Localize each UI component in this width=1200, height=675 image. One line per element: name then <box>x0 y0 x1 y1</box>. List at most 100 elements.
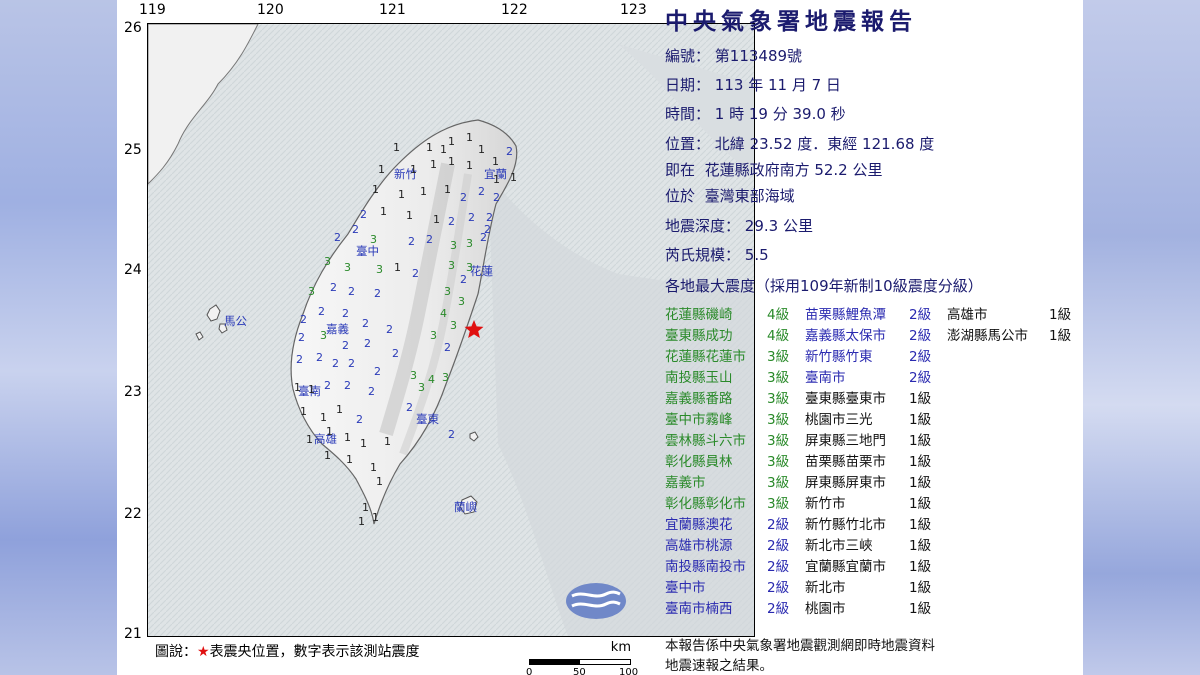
station-intensity-mark: 4 <box>428 373 435 386</box>
city-label-chiayi: 嘉義 <box>326 322 349 336</box>
scale-unit: km <box>610 640 631 655</box>
time-label: 時間： <box>665 105 711 123</box>
located-label: 位於 <box>665 187 696 205</box>
station-intensity-mark: 1 <box>448 135 455 148</box>
intensity-level: 1級 <box>909 391 932 407</box>
station-intensity-mark: 2 <box>412 267 419 280</box>
report-date: 日期： 113 年 11 月 7 日 <box>665 74 841 95</box>
station-intensity-mark: 1 <box>344 431 351 444</box>
intensity-place: 屏東縣三地門 <box>805 433 886 449</box>
intensity-place: 臺東縣成功 <box>665 328 733 344</box>
station-intensity-mark: 2 <box>316 351 323 364</box>
number-label: 編號： <box>665 47 711 65</box>
station-intensity-mark: 2 <box>342 307 349 320</box>
intensity-level: 4級 <box>767 307 790 323</box>
intensity-level: 1級 <box>909 412 932 428</box>
station-intensity-mark: 1 <box>466 131 473 144</box>
station-intensity-mark: 1 <box>370 461 377 474</box>
station-intensity-mark: 2 <box>334 231 341 244</box>
intensity-place: 臺南市楠西 <box>665 601 733 617</box>
station-intensity-mark: 1 <box>406 209 413 222</box>
station-intensity-mark: 1 <box>380 205 387 218</box>
intensity-place: 臺中市 <box>665 580 706 596</box>
footer-line-1: 本報告係中央氣象署地震觀測網即時地震資料 <box>665 638 935 654</box>
station-intensity-mark: 3 <box>448 259 455 272</box>
intensity-level: 3級 <box>767 496 790 512</box>
station-intensity-mark: 1 <box>398 188 405 201</box>
scale-bar: km 0 50 100 <box>526 640 639 675</box>
intensity-place: 臺東縣臺東市 <box>805 391 886 407</box>
station-intensity-mark: 1 <box>376 475 383 488</box>
station-intensity-mark: 2 <box>506 145 513 158</box>
station-intensity-mark: 3 <box>442 371 449 384</box>
intensity-place: 桃園市三光 <box>805 412 873 428</box>
intensity-level: 2級 <box>909 349 932 365</box>
station-intensity-mark: 1 <box>444 183 451 196</box>
report-near: 即在 花蓮縣政府南方 52.2 公里 <box>665 159 883 180</box>
intensity-place: 苗栗縣苗栗市 <box>805 454 886 470</box>
intensity-place: 南投縣南投市 <box>665 559 746 575</box>
station-intensity-mark: 2 <box>408 235 415 248</box>
intensity-level: 3級 <box>767 475 790 491</box>
intensity-place: 新竹縣竹北市 <box>805 517 886 533</box>
station-intensity-mark: 1 <box>324 449 331 462</box>
intensity-level: 1級 <box>909 601 932 617</box>
station-intensity-mark: 1 <box>430 158 437 171</box>
station-intensity-mark: 3 <box>450 319 457 332</box>
intensity-level: 3級 <box>767 454 790 470</box>
city-label-taitung: 臺東 <box>416 412 439 426</box>
legend-text: 表震央位置，數字表示該測站震度 <box>209 644 420 660</box>
station-intensity-mark: 4 <box>440 307 447 320</box>
intensity-level: 1級 <box>1049 328 1072 344</box>
intensity-level: 2級 <box>909 328 932 344</box>
station-intensity-mark: 3 <box>418 381 425 394</box>
report-footer: 本報告係中央氣象署地震觀測網即時地震資料 地震速報之結果。 <box>665 636 935 675</box>
station-intensity-mark: 2 <box>330 281 337 294</box>
station-intensity-mark: 1 <box>394 261 401 274</box>
station-intensity-mark: 1 <box>362 501 369 514</box>
station-intensity-mark: 2 <box>448 215 455 228</box>
lon-tick-122: 122 <box>501 2 528 18</box>
station-intensity-mark: 3 <box>466 237 473 250</box>
intensity-place: 澎湖縣馬公市 <box>947 328 1028 344</box>
intensity-level: 3級 <box>767 391 790 407</box>
intensity-place: 高雄市 <box>947 307 988 323</box>
position-value: 北緯 23.52 度．東經 121.68 度 <box>714 135 935 153</box>
station-intensity-mark: 2 <box>348 285 355 298</box>
intensity-level: 2級 <box>767 601 790 617</box>
station-intensity-mark: 1 <box>426 141 433 154</box>
located-value: 臺灣東部海域 <box>704 187 795 205</box>
intensity-level: 1級 <box>909 475 932 491</box>
intensity-level: 2級 <box>767 559 790 575</box>
intensity-place: 新竹縣竹東 <box>805 349 873 365</box>
intensity-level: 2級 <box>767 538 790 554</box>
city-label-hualien: 花蓮 <box>470 264 493 278</box>
lon-tick-120: 120 <box>257 2 284 18</box>
scale-segment-2 <box>579 659 631 665</box>
city-label-magong: 馬公 <box>224 314 247 328</box>
intensity-place: 臺中市霧峰 <box>665 412 733 428</box>
station-intensity-mark: 1 <box>448 155 455 168</box>
lon-tick-121: 121 <box>379 2 406 18</box>
station-intensity-mark: 1 <box>378 163 385 176</box>
station-intensity-mark: 1 <box>410 163 417 176</box>
station-intensity-mark: 2 <box>318 305 325 318</box>
intensity-place: 嘉義市 <box>665 475 706 491</box>
station-intensity-mark: 1 <box>466 159 473 172</box>
station-intensity-mark: 2 <box>426 233 433 246</box>
station-intensity-mark: 3 <box>344 261 351 274</box>
station-intensity-mark: 1 <box>326 425 333 438</box>
intensity-place: 花蓮縣磯崎 <box>665 307 733 323</box>
station-intensity-mark: 1 <box>336 403 343 416</box>
intensity-level: 4級 <box>767 328 790 344</box>
station-intensity-mark: 2 <box>374 365 381 378</box>
station-intensity-mark: 2 <box>444 341 451 354</box>
station-intensity-mark: 3 <box>308 285 315 298</box>
depth-label: 地震深度： <box>665 217 741 235</box>
intensity-level: 2級 <box>767 580 790 596</box>
number-value: 第113489號 <box>714 47 803 65</box>
station-intensity-mark: 2 <box>386 323 393 336</box>
station-intensity-mark: 1 <box>493 173 500 186</box>
intensity-level: 3級 <box>767 349 790 365</box>
footer-line-2: 地震速報之結果。 <box>665 658 773 674</box>
